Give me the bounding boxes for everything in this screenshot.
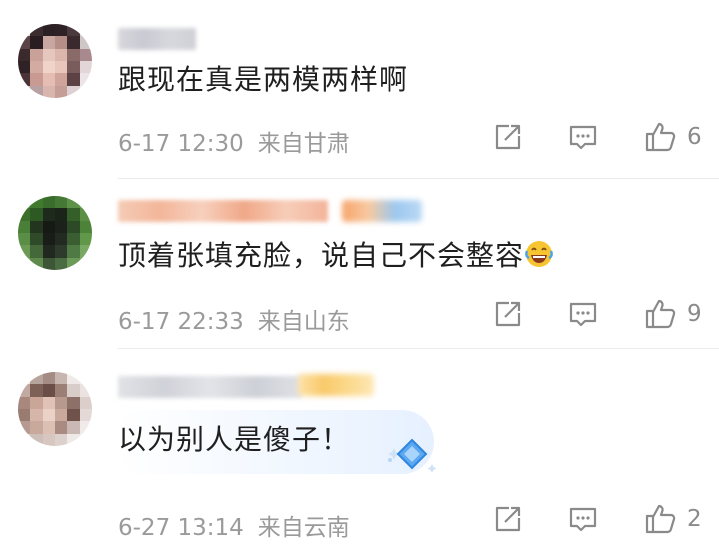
reply-button[interactable] (567, 504, 599, 534)
comment-location: 来自云南 (257, 515, 350, 541)
share-icon (495, 506, 521, 532)
comment-text-content: 顶着张填充脸，说自己不会整容 (118, 239, 525, 272)
avatar[interactable] (18, 372, 92, 446)
avatar-mosaic (18, 196, 92, 270)
like-count: 6 (687, 124, 702, 150)
comment-item: 顶着张填充脸，说自己不会整容 6-17 22:33 来自山东 9 (0, 180, 719, 350)
username-blurred[interactable] (118, 28, 196, 50)
share-icon (495, 301, 521, 327)
like-count: 2 (687, 506, 702, 532)
avatar-mosaic (18, 24, 92, 98)
avatar[interactable] (18, 24, 92, 98)
like-count: 9 (687, 301, 702, 327)
thumbs-up-icon (645, 122, 676, 152)
comment-location: 来自山东 (257, 309, 350, 335)
comment-time: 6-17 22:33 (118, 309, 244, 335)
comment-item: 以为别人是傻子！ 6-27 13:14 来自云南 2 (0, 350, 719, 546)
divider (118, 348, 719, 349)
share-button[interactable] (492, 299, 522, 329)
comment-time: 6-17 12:30 (118, 131, 244, 157)
comment-meta: 6-17 12:30 来自甘肃 (118, 124, 350, 158)
reply-button[interactable] (567, 122, 599, 152)
share-button[interactable] (492, 122, 522, 152)
comment-text: 以为别人是傻子！ (118, 423, 351, 456)
avatar[interactable] (18, 196, 92, 270)
comment-icon (569, 125, 597, 150)
like-button[interactable]: 2 (643, 502, 702, 536)
comment-item: 跟现在真是两模两样啊 6-17 12:30 来自甘肃 6 (0, 0, 719, 180)
comment-text: 顶着张填充脸，说自己不会整容 (118, 238, 554, 274)
comment-meta: 6-27 13:14 来自云南 (118, 508, 350, 542)
user-badge-blurred (298, 374, 374, 396)
comment-icon (569, 507, 597, 532)
comment-text: 跟现在真是两模两样啊 (118, 63, 409, 96)
comment-time: 6-27 13:14 (118, 515, 244, 541)
username-blurred[interactable] (118, 200, 328, 222)
reply-button[interactable] (567, 299, 599, 329)
thumbs-up-icon (645, 504, 676, 534)
avatar-mosaic (18, 372, 92, 446)
divider (118, 178, 719, 179)
comment-meta: 6-17 22:33 来自山东 (118, 302, 350, 336)
comment-icon (569, 302, 597, 327)
like-button[interactable]: 9 (643, 297, 702, 331)
share-button[interactable] (492, 504, 522, 534)
share-icon (495, 124, 521, 150)
comment-location: 来自甘肃 (257, 131, 350, 157)
username-blurred[interactable] (118, 376, 302, 398)
thumbs-up-icon (645, 299, 676, 329)
like-button[interactable]: 6 (643, 120, 702, 154)
laughing-tears-emoji (525, 241, 553, 267)
blue-diamond-decoration (388, 438, 437, 473)
user-badge-blurred (342, 200, 422, 222)
